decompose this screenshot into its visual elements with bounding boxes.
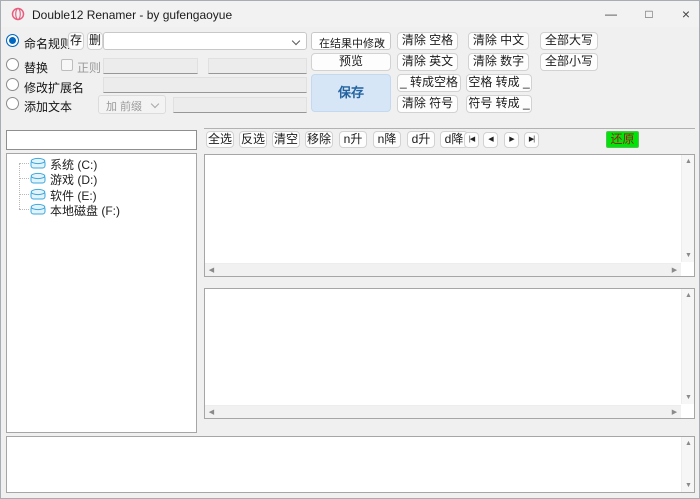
- scroll-down-icon[interactable]: ▼: [682, 479, 695, 492]
- replace-label: 替换: [24, 59, 48, 76]
- clear-symbols-button[interactable]: 清除 符号: [397, 95, 458, 113]
- add-text-mode-dropdown[interactable]: 加 前缀: [98, 95, 166, 114]
- delete-rule-button[interactable]: 删: [87, 32, 103, 50]
- drive-icon: [30, 203, 46, 215]
- rule-combobox-input[interactable]: [109, 34, 289, 48]
- vertical-scrollbar[interactable]: ▲ ▼: [681, 155, 694, 262]
- scroll-up-icon[interactable]: ▲: [682, 155, 695, 168]
- regex-label: 正则: [77, 59, 101, 76]
- horizontal-scrollbar[interactable]: ◀ ▶: [205, 405, 681, 418]
- name-asc-button[interactable]: n升: [339, 131, 367, 148]
- preview-button[interactable]: 预览: [311, 53, 391, 71]
- modify-scope-value: 在结果中修改: [319, 35, 385, 51]
- change-extension-label: 修改扩展名: [24, 79, 84, 96]
- naming-rule-label: 命名规则: [24, 35, 72, 52]
- chevron-down-icon[interactable]: [292, 37, 300, 45]
- replace-find-field[interactable]: [103, 58, 198, 74]
- clear-english-button[interactable]: 清除 英文: [397, 53, 458, 71]
- scroll-right-icon[interactable]: ▶: [668, 406, 681, 419]
- tree-item-drive-d[interactable]: 游戏 (D:): [7, 171, 187, 186]
- app-logo-icon: [11, 7, 25, 21]
- scroll-left-icon[interactable]: ◀: [205, 406, 218, 419]
- scroll-up-icon[interactable]: ▲: [682, 437, 695, 450]
- add-text-mode-value: 加 前缀: [106, 98, 142, 114]
- name-desc-button[interactable]: n降: [373, 131, 401, 148]
- symbols-to-underscore-button[interactable]: 符号 转成 _: [466, 95, 532, 113]
- radio-naming-rule[interactable]: [6, 34, 19, 47]
- result-list-panel[interactable]: ▲ ▼ ◀ ▶: [204, 288, 695, 419]
- radio-change-extension[interactable]: [6, 78, 19, 91]
- clear-digits-button[interactable]: 清除 数字: [468, 53, 529, 71]
- add-text-field[interactable]: [173, 97, 307, 113]
- move-first-icon[interactable]: |◀: [464, 132, 479, 148]
- clear-space-button[interactable]: 清除 空格: [397, 32, 458, 50]
- title-bar: Double12 Renamer - by gufengaoyue — □ ×: [1, 1, 699, 27]
- tree-item-drive-f[interactable]: 本地磁盘 (F:): [7, 202, 187, 217]
- horizontal-scrollbar[interactable]: ◀ ▶: [205, 263, 681, 276]
- date-asc-button[interactable]: d升: [407, 131, 435, 148]
- tree-item-drive-e[interactable]: 软件 (E:): [7, 187, 187, 202]
- clear-list-button[interactable]: 清空: [272, 131, 300, 148]
- all-lower-button[interactable]: 全部小写: [540, 53, 598, 71]
- invert-selection-button[interactable]: 反选: [239, 131, 267, 148]
- drive-icon: [30, 188, 46, 200]
- move-last-icon[interactable]: ▶|: [524, 132, 539, 148]
- drive-tree-panel: 系统 (C:) 游戏 (D:) 软件 (E:) 本地磁盘 (F:): [6, 153, 197, 433]
- scroll-down-icon[interactable]: ▼: [682, 391, 695, 404]
- minimize-icon[interactable]: —: [595, 1, 627, 27]
- drive-icon: [30, 172, 46, 184]
- store-rule-button[interactable]: 存: [68, 32, 84, 50]
- clear-chinese-button[interactable]: 清除 中文: [468, 32, 529, 50]
- all-upper-button[interactable]: 全部大写: [540, 32, 598, 50]
- file-list-panel[interactable]: ▲ ▼ ◀ ▶: [204, 154, 695, 277]
- maximize-icon[interactable]: □: [633, 1, 665, 27]
- tree-item-drive-c[interactable]: 系统 (C:): [7, 156, 187, 171]
- rule-combobox[interactable]: [103, 32, 307, 50]
- log-panel[interactable]: ▲ ▼: [6, 436, 695, 493]
- modify-scope-dropdown[interactable]: 在结果中修改: [311, 32, 391, 50]
- scroll-down-icon[interactable]: ▼: [682, 249, 695, 262]
- drive-label: 本地磁盘 (F:): [50, 202, 120, 219]
- app-window: Double12 Renamer - by gufengaoyue — □ × …: [0, 0, 700, 499]
- path-filter-input[interactable]: [6, 130, 197, 150]
- add-text-label: 添加文本: [24, 98, 72, 115]
- underscore-to-space-button[interactable]: _ 转成空格: [397, 74, 461, 92]
- radio-replace[interactable]: [6, 58, 19, 71]
- scroll-right-icon[interactable]: ▶: [668, 264, 681, 277]
- toolbar-divider: [204, 128, 695, 129]
- move-next-icon[interactable]: ▶: [504, 132, 519, 148]
- drive-icon: [30, 157, 46, 169]
- scroll-left-icon[interactable]: ◀: [205, 264, 218, 277]
- save-button[interactable]: 保存: [311, 74, 391, 112]
- drive-label: 游戏 (D:): [50, 171, 97, 188]
- radio-add-text[interactable]: [6, 97, 19, 110]
- select-all-button[interactable]: 全选: [206, 131, 234, 148]
- move-prev-icon[interactable]: ◀: [483, 132, 498, 148]
- close-icon[interactable]: ×: [671, 1, 700, 27]
- vertical-scrollbar[interactable]: ▲ ▼: [681, 437, 694, 492]
- window-title: Double12 Renamer - by gufengaoyue: [32, 8, 232, 22]
- remove-button[interactable]: 移除: [305, 131, 333, 148]
- scroll-up-icon[interactable]: ▲: [682, 289, 695, 302]
- restore-button[interactable]: 还原: [606, 131, 639, 148]
- replace-with-field[interactable]: [208, 58, 307, 74]
- chevron-down-icon: [151, 100, 159, 108]
- regex-checkbox[interactable]: [61, 59, 73, 71]
- space-to-underscore-button[interactable]: 空格 转成 _: [466, 74, 532, 92]
- extension-field[interactable]: [103, 77, 307, 93]
- vertical-scrollbar[interactable]: ▲ ▼: [681, 289, 694, 404]
